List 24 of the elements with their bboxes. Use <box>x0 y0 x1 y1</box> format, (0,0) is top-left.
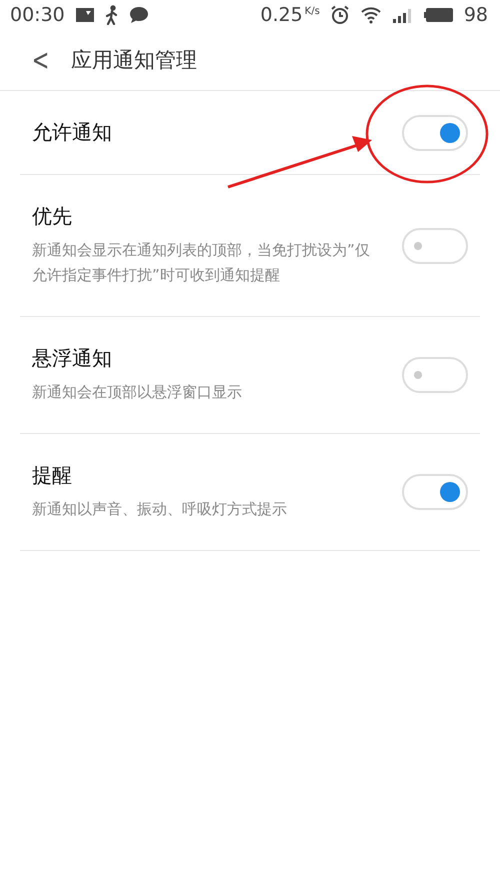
toggle-switch[interactable] <box>402 228 468 264</box>
toggle-switch[interactable] <box>402 357 468 393</box>
alarm-clock-icon <box>330 5 350 25</box>
setting-description: 新通知以声音、振动、呼吸灯方式提示 <box>32 499 288 520</box>
toggle-switch[interactable] <box>402 474 468 510</box>
chat-bubble-icon <box>128 6 149 24</box>
setting-title: 允许通知 <box>32 119 113 146</box>
setting-title: 提醒 <box>32 462 73 489</box>
walking-icon <box>104 5 119 25</box>
network-speed: 0.25 <box>260 4 303 26</box>
status-time: 00:30 <box>10 4 65 26</box>
speed-unit: K/s <box>304 6 320 17</box>
setting-title: 优先 <box>32 203 73 230</box>
picture-notification-icon <box>74 7 95 23</box>
page-title: 应用通知管理 <box>71 47 198 74</box>
setting-description: 新通知会在顶部以悬浮窗口显示 <box>32 382 243 403</box>
toggle-switch[interactable] <box>402 114 468 150</box>
back-button[interactable]: < <box>24 42 56 78</box>
setting-title: 悬浮通知 <box>32 345 113 372</box>
setting-description: 新通知会显示在通知列表的顶部，当免打扰设为”仅允许指定事件打扰”时可收到通知提醒 <box>32 240 371 286</box>
signal-icon <box>392 6 414 24</box>
wifi-icon <box>360 6 382 24</box>
battery-level: 98 <box>464 4 488 26</box>
battery-icon <box>424 7 454 23</box>
